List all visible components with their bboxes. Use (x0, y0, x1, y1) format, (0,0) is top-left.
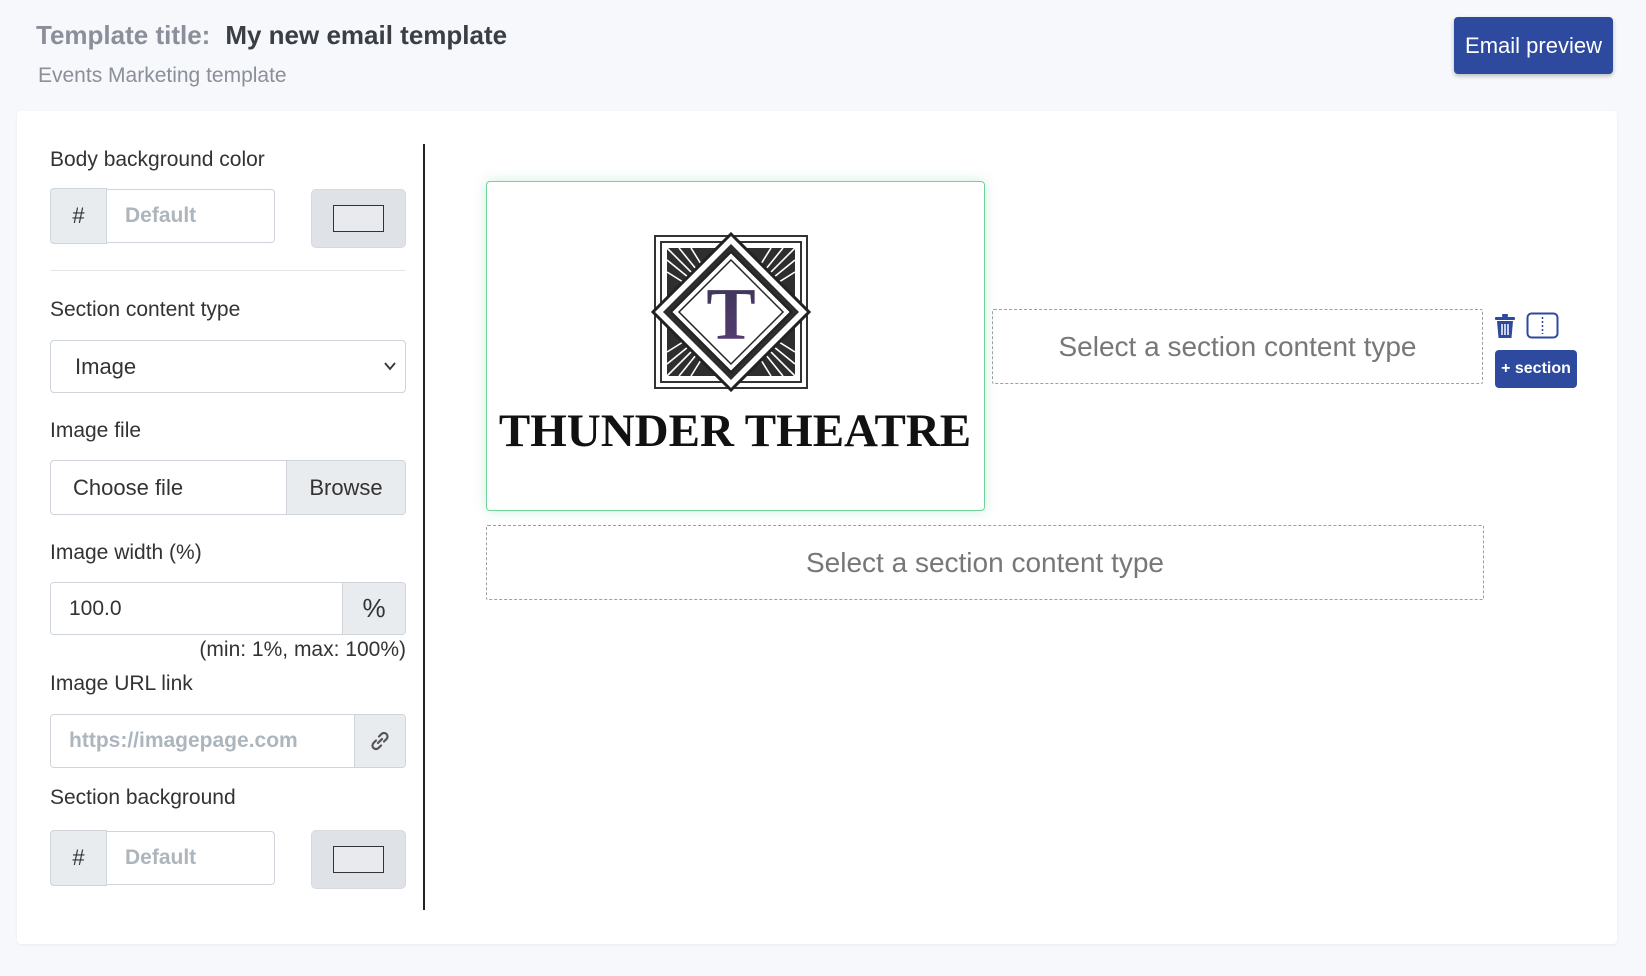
section-bg-swatch (333, 846, 384, 873)
empty-section-bottom[interactable]: Select a section content type (486, 525, 1484, 600)
content-type-selected: Image (75, 353, 137, 379)
image-file-label: Image file (50, 419, 142, 442)
choose-file-text[interactable]: Choose file (51, 461, 286, 514)
body-bg-color-group: # (50, 188, 275, 244)
body-bg-hash-prefix: # (50, 188, 107, 244)
template-title: Template title: My new email template (36, 20, 507, 51)
image-width-label: Image width (%) (50, 541, 202, 564)
link-icon-addon (354, 715, 405, 767)
logo-letter: T (706, 274, 755, 356)
image-file-input[interactable]: Choose file Browse (50, 460, 406, 515)
section-bg-hash-prefix: # (50, 830, 107, 886)
add-section-button[interactable]: + section (1495, 350, 1577, 388)
columns-icon[interactable] (1526, 312, 1559, 339)
content-type-select[interactable]: Image (50, 340, 406, 393)
section-bg-color-picker[interactable] (311, 830, 406, 889)
body-bg-color-input[interactable] (107, 189, 275, 243)
section-bg-color-input[interactable] (107, 831, 275, 885)
email-preview-button[interactable]: Email preview (1454, 17, 1613, 74)
body-bg-color-picker[interactable] (311, 189, 406, 248)
sidebar-separator (50, 270, 406, 271)
percent-suffix: % (342, 583, 405, 634)
content-type-label: Section content type (50, 298, 241, 321)
image-width-input[interactable] (51, 583, 342, 634)
body-bg-label: Body background color (50, 148, 265, 171)
body-bg-swatch (333, 205, 384, 232)
template-title-label: Template title: (36, 20, 211, 50)
image-width-group: % (50, 582, 406, 635)
image-url-label: Image URL link (50, 672, 193, 695)
chevron-down-icon (384, 362, 396, 371)
logo-wordmark: THUNDER THEATRE (498, 405, 972, 457)
image-url-group (50, 714, 406, 768)
image-section-selected[interactable]: T THUNDER THEATRE (486, 181, 985, 511)
link-icon (371, 731, 389, 751)
theatre-logo-icon: T (651, 232, 811, 392)
header: Template title: My new email template Ev… (0, 0, 1646, 110)
image-url-input[interactable] (51, 715, 354, 767)
panel-divider (423, 144, 425, 910)
image-width-hint: (min: 1%, max: 100%) (199, 638, 406, 661)
section-bg-color-group: # (50, 830, 275, 886)
browse-button[interactable]: Browse (286, 461, 405, 514)
template-subtitle: Events Marketing template (38, 64, 287, 87)
section-bg-label: Section background (50, 786, 236, 809)
empty-section-right[interactable]: Select a section content type (992, 309, 1483, 384)
trash-icon[interactable] (1494, 314, 1516, 339)
template-title-value[interactable]: My new email template (225, 20, 507, 51)
